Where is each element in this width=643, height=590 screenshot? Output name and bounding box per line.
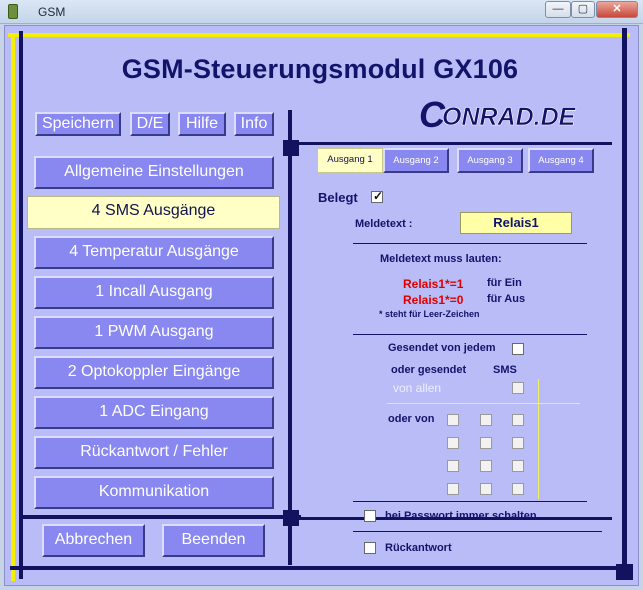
minimize-button[interactable]: —: [545, 1, 571, 18]
menu-item[interactable]: 4 SMS Ausgänge: [27, 196, 280, 229]
sms-label: SMS: [493, 364, 517, 376]
frame-line-left: [11, 33, 15, 581]
separator: [353, 243, 587, 244]
phone-checkbox[interactable]: [480, 460, 492, 472]
separator: [353, 501, 587, 502]
save-button[interactable]: Speichern: [35, 112, 121, 136]
maximize-button[interactable]: ▢: [571, 1, 595, 18]
app-icon: [8, 4, 18, 19]
muss-lauten-label: Meldetext muss lauten:: [380, 253, 502, 265]
oder-von-label: oder von: [388, 413, 435, 425]
menu-item[interactable]: 2 Optokoppler Eingänge: [34, 356, 274, 389]
phone-checkbox[interactable]: [512, 483, 524, 495]
fuer-ein-label: für Ein: [487, 277, 522, 289]
fuer-aus-label: für Aus: [487, 293, 526, 305]
cancel-button[interactable]: Abbrechen: [42, 524, 145, 557]
menu-item[interactable]: 1 PWM Ausgang: [34, 316, 274, 349]
menu-item[interactable]: Kommunikation: [34, 476, 274, 509]
separator: [353, 334, 587, 335]
phone-checkbox[interactable]: [512, 414, 524, 426]
belegt-label: Belegt: [318, 190, 358, 205]
menu-item[interactable]: Allgemeine Einstellungen: [34, 156, 274, 189]
frame-line-bottom: [10, 566, 630, 570]
info-button[interactable]: Info: [234, 112, 274, 136]
phone-checkbox[interactable]: [512, 437, 524, 449]
page-title: GSM-Steuerungsmodul GX106: [121, 54, 519, 84]
tab-ausgang-3[interactable]: Ausgang 3: [457, 148, 523, 173]
rueckantwort-checkbox[interactable]: [364, 542, 376, 554]
phone-checkbox[interactable]: [512, 460, 524, 472]
phone-checkbox[interactable]: [447, 460, 459, 472]
check-icon: ✓: [372, 189, 384, 203]
window-titlebar[interactable]: GSM — ▢ ✕: [0, 0, 643, 24]
menu-item[interactable]: Rückantwort / Fehler: [34, 436, 274, 469]
rueckantwort-label: Rückantwort: [385, 542, 452, 554]
phone-checkbox[interactable]: [480, 414, 492, 426]
tab-ausgang-2[interactable]: Ausgang 2: [383, 148, 449, 173]
belegt-checkbox[interactable]: ✓: [371, 189, 384, 203]
phone-checkbox[interactable]: [447, 483, 459, 495]
divider-right-top: [292, 142, 612, 145]
grid-line-vertical: [538, 379, 539, 499]
client-area: GSM-Steuerungsmodul GX106 Speichern D/E …: [4, 25, 639, 586]
grid-line-horizontal: [387, 403, 580, 404]
von-allen-label: von allen: [393, 381, 442, 395]
code-on: Relais1*=1: [403, 277, 464, 291]
leer-hint: * steht für Leer-Zeichen: [379, 309, 480, 319]
meldetext-input[interactable]: Relais1: [460, 212, 572, 234]
passwort-checkbox[interactable]: [364, 510, 376, 522]
frame-line-right: [622, 28, 627, 578]
phone-checkbox[interactable]: [480, 483, 492, 495]
menu-item[interactable]: 1 ADC Eingang: [34, 396, 274, 429]
tab-ausgang-1[interactable]: Ausgang 1: [317, 148, 383, 173]
conrad-logo: C ONRAD.DE: [419, 98, 577, 132]
frame-line-left-inner: [19, 31, 23, 579]
language-button[interactable]: D/E: [130, 112, 170, 136]
meldetext-label: Meldetext :: [355, 218, 413, 230]
separator: [353, 531, 602, 532]
tab-ausgang-4[interactable]: Ausgang 4: [528, 148, 594, 173]
von-allen-checkbox[interactable]: [512, 382, 524, 394]
oder-gesendet-label: oder gesendet: [391, 364, 467, 376]
menu-item[interactable]: 4 Temperatur Ausgänge: [34, 236, 274, 269]
gesendet-jedem-checkbox[interactable]: [512, 343, 524, 355]
passwort-label: bei Passwort immer schalten: [385, 510, 537, 522]
code-off: Relais1*=0: [403, 293, 464, 307]
gesendet-jedem-label: Gesendet von jedem: [388, 342, 496, 354]
exit-button[interactable]: Beenden: [162, 524, 265, 557]
help-button[interactable]: Hilfe: [178, 112, 226, 136]
phone-checkbox[interactable]: [447, 414, 459, 426]
window-title: GSM: [38, 5, 66, 19]
menu-item[interactable]: 1 Incall Ausgang: [34, 276, 274, 309]
phone-checkbox[interactable]: [447, 437, 459, 449]
divider-footer: [21, 515, 301, 519]
frame-line-top: [8, 33, 630, 37]
divider-vertical: [288, 110, 292, 565]
phone-checkbox[interactable]: [480, 437, 492, 449]
close-button[interactable]: ✕: [596, 1, 638, 18]
logo-text: ONRAD.DE: [442, 103, 577, 131]
